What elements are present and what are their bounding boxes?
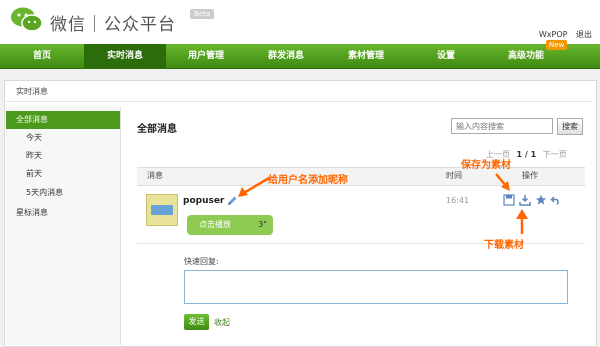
- collapse-link[interactable]: 收起: [214, 317, 230, 328]
- breadcrumb: 实时消息: [6, 82, 592, 102]
- username-link[interactable]: WxPOP: [539, 30, 568, 39]
- search-input[interactable]: [451, 118, 553, 134]
- save-icon[interactable]: [503, 194, 515, 206]
- nav-material-management[interactable]: 素材管理: [326, 44, 406, 68]
- annotation-arrow-save: [495, 173, 510, 191]
- nav-mass-message[interactable]: 群发消息: [246, 44, 326, 68]
- new-badge: New: [546, 40, 568, 50]
- page-title: 全部消息: [137, 124, 177, 135]
- pager-next[interactable]: 下一页: [543, 150, 567, 159]
- send-button[interactable]: 发送: [184, 314, 209, 330]
- reply-icon[interactable]: [550, 194, 562, 206]
- logo-title: 微信｜公众平台: [50, 15, 176, 35]
- beta-badge: Beta: [190, 9, 215, 19]
- annotation-add-nickname: 给用户名添加昵称: [268, 175, 348, 186]
- search-button[interactable]: 搜索: [557, 118, 583, 135]
- download-icon[interactable]: [519, 194, 531, 206]
- annotation-download-material: 下载素材: [484, 240, 524, 251]
- main-nav: 首页 实时消息 用户管理 群发消息 素材管理 设置 高级功能: [0, 44, 600, 69]
- annotation-save-material: 保存为素材: [461, 160, 511, 171]
- sidebar: 全部消息 今天 昨天 前天 5天内消息 星标消息: [6, 107, 121, 345]
- column-message: 消息: [147, 171, 163, 180]
- sidebar-item-5days[interactable]: 5天内消息: [6, 184, 120, 202]
- sidebar-item-today[interactable]: 今天: [6, 129, 120, 147]
- quick-reply-label: 快速回复:: [184, 257, 219, 266]
- voice-play-label: 点击播放: [199, 220, 231, 229]
- message-time: 16:41: [446, 196, 470, 205]
- quick-reply-textarea[interactable]: [184, 270, 568, 304]
- voice-message-bubble[interactable]: 点击播放 3": [187, 215, 273, 235]
- column-actions: 操作: [522, 171, 538, 180]
- column-time: 时间: [446, 171, 462, 180]
- sidebar-item-all[interactable]: 全部消息: [6, 111, 120, 129]
- nav-realtime-messages[interactable]: 实时消息: [84, 44, 166, 68]
- nav-user-management[interactable]: 用户管理: [166, 44, 246, 68]
- table-header: 消息 时间 操作: [137, 167, 585, 186]
- logout-link[interactable]: 退出: [576, 30, 592, 39]
- avatar[interactable]: [146, 194, 178, 226]
- voice-duration: 3": [258, 220, 267, 229]
- star-icon[interactable]: [535, 194, 547, 206]
- wechat-logo-icon: [11, 7, 43, 32]
- annotation-arrow-nickname: [238, 176, 270, 197]
- sidebar-item-yesterday[interactable]: 昨天: [6, 147, 120, 165]
- nav-home[interactable]: 首页: [0, 44, 84, 68]
- sidebar-item-starred[interactable]: 星标消息: [6, 204, 120, 222]
- message-username[interactable]: popuser: [183, 196, 224, 206]
- sidebar-item-day-before[interactable]: 前天: [6, 165, 120, 183]
- pager-current: 1 / 1: [516, 150, 537, 159]
- user-links: WxPOP 退出: [533, 29, 592, 40]
- avatar-image: [151, 205, 173, 215]
- nav-settings[interactable]: 设置: [406, 44, 486, 68]
- annotation-arrow-download: [516, 209, 528, 234]
